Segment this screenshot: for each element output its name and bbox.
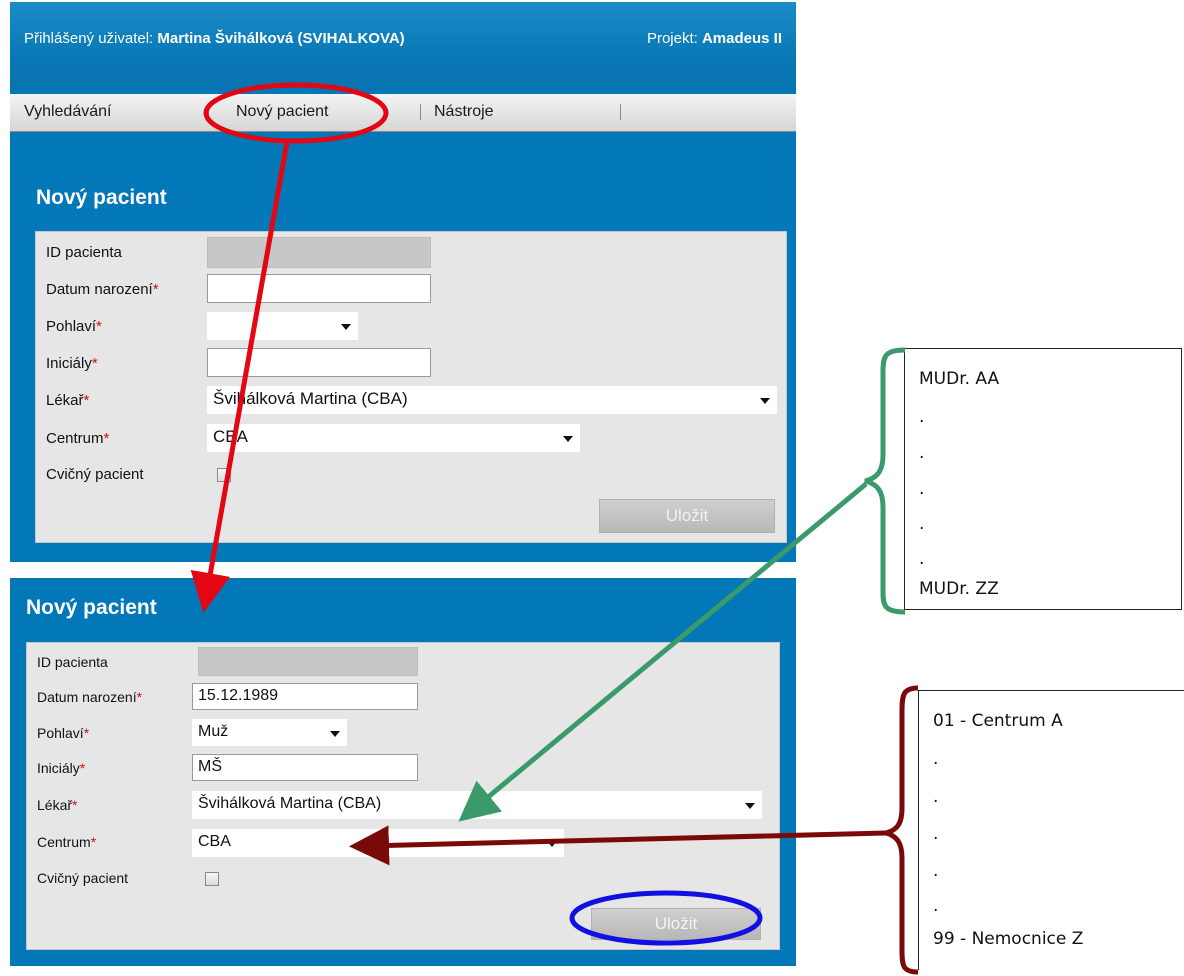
chevron-down-icon xyxy=(760,398,770,404)
center-option-first: 01 - Centrum A xyxy=(933,711,1063,731)
label-doctor: Lékař* xyxy=(37,797,78,813)
chevron-down-icon xyxy=(547,841,557,847)
doctor-options-box: MUDr. AA . . . . . MUDr. ZZ xyxy=(904,348,1182,610)
label-center: Centrum* xyxy=(46,430,110,447)
chevron-down-icon xyxy=(341,324,351,330)
header-bar: Přihlášený uživatel: Martina Švihálková … xyxy=(10,2,796,90)
label-birth-date: Datum narození* xyxy=(46,281,159,298)
sex-select[interactable]: Muž xyxy=(192,719,347,746)
menu-separator xyxy=(420,104,421,120)
project-name: Amadeus II xyxy=(701,30,782,47)
chevron-down-icon xyxy=(330,731,340,737)
birth-date-field[interactable] xyxy=(207,274,431,303)
label-patient-id: ID pacienta xyxy=(37,654,108,670)
ellipsis-dot: . xyxy=(919,549,925,569)
ellipsis-dot: . xyxy=(919,514,925,534)
ellipsis-dot: . xyxy=(933,787,939,807)
label-center: Centrum* xyxy=(37,834,97,850)
label-sex: Pohlaví* xyxy=(37,725,90,741)
birth-date-field[interactable]: 15.12.1989 xyxy=(192,683,418,710)
sex-select[interactable] xyxy=(207,312,358,340)
label-birth-date: Datum narození* xyxy=(37,689,143,705)
initials-field[interactable]: MŠ xyxy=(192,754,418,781)
page-title: Nový pacient xyxy=(26,596,157,619)
main-menu: Vyhledávání Nový pacient Nástroje xyxy=(10,94,796,132)
menu-item-new-patient[interactable]: Nový pacient xyxy=(236,103,329,121)
doctor-select[interactable]: Švihálková Martina (CBA) xyxy=(207,386,777,414)
ellipsis-dot: . xyxy=(933,824,939,844)
save-button[interactable]: Uložit xyxy=(591,908,761,940)
menu-separator xyxy=(620,104,621,120)
label-practice-patient: Cvičný pacient xyxy=(46,466,144,483)
ellipsis-dot: . xyxy=(919,443,925,463)
label-initials: Iniciály* xyxy=(46,355,98,372)
ellipsis-dot: . xyxy=(933,749,939,769)
ellipsis-dot: . xyxy=(919,479,925,499)
save-button[interactable]: Uložit xyxy=(599,499,775,533)
brace-green xyxy=(864,347,906,615)
center-option-last: 99 - Nemocnice Z xyxy=(933,929,1084,949)
project-info: Projekt: Amadeus II xyxy=(647,30,782,47)
ellipsis-dot: . xyxy=(919,407,925,427)
label-doctor: Lékař* xyxy=(46,392,90,409)
page-title: Nový pacient xyxy=(36,186,167,209)
patient-id-field xyxy=(198,647,418,676)
label-patient-id: ID pacienta xyxy=(46,244,122,261)
menu-item-tools[interactable]: Nástroje xyxy=(434,103,494,121)
label-sex: Pohlaví* xyxy=(46,318,102,335)
center-select[interactable]: CBA xyxy=(192,829,564,857)
practice-patient-checkbox[interactable] xyxy=(217,468,231,482)
practice-patient-checkbox[interactable] xyxy=(205,872,219,886)
project-label: Projekt: xyxy=(646,30,698,47)
ellipsis-dot: . xyxy=(933,896,939,916)
logged-user: Přihlášený uživatel: Martina Švihálková … xyxy=(24,30,405,47)
chevron-down-icon xyxy=(745,803,755,809)
doctor-option-last: MUDr. ZZ xyxy=(919,579,999,599)
menu-separator xyxy=(208,104,209,120)
label-initials: Iniciály* xyxy=(37,760,86,776)
doctor-option-first: MUDr. AA xyxy=(919,369,1000,389)
app-window-bottom: Nový pacient ID pacienta Datum narození*… xyxy=(10,578,796,966)
label-practice-patient: Cvičný pacient xyxy=(37,870,129,886)
initials-field[interactable] xyxy=(207,348,431,377)
logged-user-label: Přihlášený uživatel: xyxy=(24,30,154,47)
patient-id-field xyxy=(207,237,431,268)
menu-item-search[interactable]: Vyhledávání xyxy=(24,103,111,121)
new-patient-form-filled: ID pacienta Datum narození* 15.12.1989 P… xyxy=(26,642,780,950)
doctor-select[interactable]: Švihálková Martina (CBA) xyxy=(192,791,762,819)
brace-dark-red xyxy=(876,685,919,975)
logged-user-name: Martina Švihálková (SVIHALKOVA) xyxy=(157,30,405,47)
chevron-down-icon xyxy=(563,436,573,442)
center-options-box: 01 - Centrum A . . . . . 99 - Nemocnice … xyxy=(918,690,1184,970)
center-select[interactable]: CBA xyxy=(207,424,580,452)
app-window-top: Přihlášený uživatel: Martina Švihálková … xyxy=(10,2,796,562)
ellipsis-dot: . xyxy=(933,861,939,881)
new-patient-form: ID pacienta Datum narození* Pohlaví* Ini… xyxy=(35,231,787,543)
